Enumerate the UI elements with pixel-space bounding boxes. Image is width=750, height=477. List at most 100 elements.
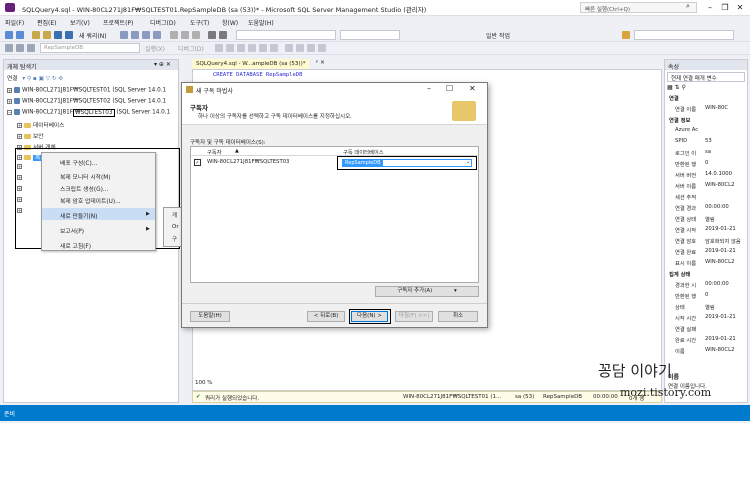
save-icon[interactable] (54, 31, 62, 39)
dialog-close-icon[interactable]: ✕ (469, 84, 476, 93)
menu-tools[interactable]: 도구(T) (190, 18, 209, 27)
next-button[interactable]: 다음(N) > (351, 311, 388, 322)
cut-icon[interactable] (170, 31, 178, 39)
property-row[interactable]: 연결 이름 WIN-80C (665, 105, 747, 114)
menu-window[interactable]: 창(W) (222, 18, 238, 27)
minimize-icon[interactable]: – (703, 1, 717, 14)
connect-icon[interactable] (5, 44, 13, 52)
comment-icon[interactable] (285, 44, 293, 52)
server-node-2[interactable]: + WIN-80CL271J81F₩SQLTEST02 (SQL Server 1… (7, 98, 166, 105)
property-row[interactable]: 서버 이름 WIN-80CL2 (665, 182, 747, 191)
menu-configure-distribution[interactable]: 배포 구성(C)... (42, 155, 155, 167)
subscription-database-select[interactable]: RepSampleDB ⌄ (342, 159, 472, 167)
col-database[interactable]: 구독 데이터베이스 (343, 148, 384, 156)
indent-icon[interactable] (307, 44, 315, 52)
finish-button[interactable]: 마침(F) >>| (395, 311, 433, 322)
menu-help[interactable]: 도움말(H) (248, 18, 274, 27)
property-category[interactable]: 연결 (665, 94, 747, 103)
menu-launch-replication-monitor[interactable]: 복제 모니터 시작(M) (42, 169, 155, 181)
menu-view[interactable]: 보기(V) (70, 18, 90, 27)
connect-button[interactable]: 연결 (7, 76, 17, 82)
property-row[interactable]: 서버 버전 14.0.1000 (665, 171, 747, 180)
property-row[interactable]: 연결 경과 00:00:00 (665, 204, 747, 213)
close-icon[interactable]: ✕ (733, 1, 747, 14)
dialog-maximize-icon[interactable]: ☐ (446, 84, 453, 93)
execute-button[interactable]: 실행(X) (145, 44, 165, 53)
subscriber-grid[interactable]: 구독자 ▲ 구독 데이터베이스 ✓ WIN-80CL271J81F₩SQLTES… (190, 146, 479, 283)
forward-icon[interactable] (16, 31, 24, 39)
change-connection-icon[interactable] (27, 44, 35, 52)
results-file-icon[interactable] (270, 44, 278, 52)
menu-file[interactable]: 파일(F) (5, 18, 24, 27)
property-row[interactable]: 이름 WIN-80CL2 (665, 347, 747, 356)
new-file-icon[interactable] (32, 31, 40, 39)
menu-refresh[interactable]: 새로 고침(F) (42, 238, 155, 250)
property-row[interactable]: SPID 53 (665, 138, 747, 147)
property-row[interactable]: 연결 완료 2019-01-21 (665, 248, 747, 257)
save-all-icon[interactable] (65, 31, 73, 39)
copy-icon[interactable] (181, 31, 189, 39)
pin-icon[interactable]: ▾ ⊕ ✕ (154, 61, 171, 68)
submenu-item[interactable]: Or (172, 224, 179, 230)
find-icon[interactable] (622, 31, 630, 39)
outdent-icon[interactable] (318, 44, 326, 52)
expand-icon[interactable]: + (7, 87, 12, 93)
xmla-query-icon[interactable] (153, 31, 161, 39)
cancel-query-icon[interactable] (215, 44, 223, 52)
server-node-1[interactable]: + WIN-80CL271J81F₩SQLTEST01 (SQL Server 1… (7, 87, 166, 94)
db-engine-query-icon[interactable] (120, 31, 128, 39)
zoom-level[interactable]: 100 % (195, 380, 212, 386)
parse-icon[interactable] (226, 44, 234, 52)
property-row[interactable]: 반환된 행 0 (665, 160, 747, 169)
expand-icon[interactable]: + (17, 123, 22, 128)
menu-update-replication-passwords[interactable]: 복제 암호 업데이트(U)... (42, 193, 155, 205)
menu-generate-scripts[interactable]: 스크립트 생성(G)... (42, 181, 155, 193)
expand-icon[interactable]: + (17, 134, 22, 139)
dmx-query-icon[interactable] (142, 31, 150, 39)
platform-combo[interactable] (340, 30, 400, 40)
tab-close-icon[interactable]: ᵖ ✕ (316, 60, 325, 66)
back-button[interactable]: < 뒤로(B) (307, 311, 345, 322)
solution-config-combo[interactable] (236, 30, 336, 40)
restore-icon[interactable]: ❐ (718, 1, 732, 14)
menu-project[interactable]: 프로젝트(P) (103, 18, 133, 27)
property-category[interactable]: 집계 상태 (665, 270, 747, 279)
property-row[interactable]: 표시 이름 WIN-80CL2 (665, 259, 747, 268)
quick-launch-input[interactable]: 빠른 실행(Ctrl+Q) (580, 2, 697, 13)
property-category[interactable]: 연결 정보 (665, 116, 747, 125)
property-row[interactable]: 경과한 시 00:00:00 (665, 281, 747, 290)
subscriber-checkbox[interactable]: ✓ (194, 159, 201, 166)
property-row[interactable]: 반환된 행 0 (665, 292, 747, 301)
server-node-3[interactable]: − WIN-80CL271J81F ₩SQLTEST03 (SQL Server 1… (7, 108, 170, 117)
results-text-icon[interactable] (248, 44, 256, 52)
mdx-query-icon[interactable] (131, 31, 139, 39)
properties-toolbar-icons[interactable]: ▦ ⇅ ⚲ (667, 84, 686, 91)
property-row[interactable]: 연결 상태 열림 (665, 215, 747, 224)
solution-dropdown[interactable]: 일반 작업 (486, 31, 510, 40)
uncomment-icon[interactable] (296, 44, 304, 52)
property-row[interactable]: Azure Ac (665, 127, 747, 136)
menu-edit[interactable]: 편집(E) (37, 18, 57, 27)
results-grid-icon[interactable] (259, 44, 267, 52)
add-subscriber-button[interactable]: 구독자 추가(A) ▾ (375, 286, 479, 297)
back-icon[interactable] (5, 31, 13, 39)
new-query-button[interactable]: 새 쿼리(N) (79, 31, 107, 40)
menu-debug[interactable]: 디버그(D) (150, 18, 176, 27)
plan-icon[interactable] (237, 44, 245, 52)
property-row[interactable]: 로그인 이 sa (665, 149, 747, 158)
properties-object-combo[interactable]: 현재 연결 매개 변수 (667, 72, 745, 82)
menu-new[interactable]: 새로 만들기(N) (42, 208, 155, 220)
collapse-icon[interactable]: − (7, 109, 12, 115)
disconnect-icon[interactable] (16, 44, 24, 52)
property-row[interactable]: 상태 열림 (665, 303, 747, 312)
property-row[interactable]: 세션 추적 (665, 193, 747, 202)
property-row[interactable]: 연결 시작 2019-01-21 (665, 226, 747, 235)
paste-icon[interactable] (192, 31, 200, 39)
submenu-item[interactable]: 게 (172, 211, 177, 219)
menu-reports[interactable]: 보고서(P) (42, 223, 155, 235)
property-row[interactable]: 완료 시간 2019-01-21 (665, 336, 747, 345)
property-row[interactable]: 연결 암호 암호화되지 않음 (665, 237, 747, 246)
find-combo[interactable] (634, 30, 734, 40)
database-combo[interactable]: RepSampleDB (40, 43, 140, 53)
node-security[interactable]: + 보안 (17, 131, 43, 140)
